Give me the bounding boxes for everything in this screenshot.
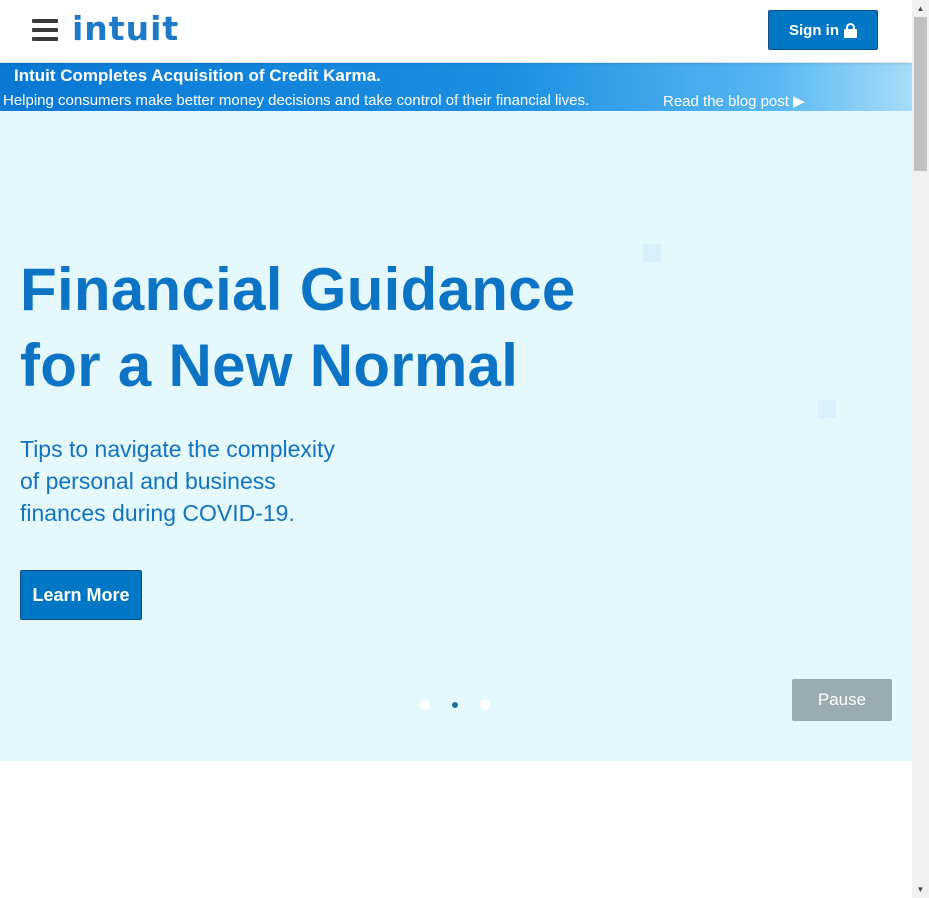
read-blog-post-link[interactable]: Read the blog post ▶	[663, 92, 805, 110]
learn-more-button[interactable]: Learn More	[20, 570, 142, 620]
decorative-square	[643, 244, 661, 262]
hero-subtitle: Tips to navigate the complexity of perso…	[20, 433, 390, 529]
carousel-dot-3[interactable]	[480, 700, 490, 710]
hero-title-line-2: for a New Normal	[20, 332, 519, 399]
intuit-logo[interactable]: intuit	[72, 9, 179, 48]
hero-carousel: Financial Guidance for a New Normal Tips…	[0, 111, 912, 761]
page-viewport: intuit Sign in Intuit Completes Acquisit…	[0, 0, 912, 898]
carousel-indicators	[420, 700, 490, 710]
decorative-square	[818, 400, 836, 418]
hero-subtitle-line-3: finances during COVID-19.	[20, 500, 295, 526]
carousel-dot-1[interactable]	[420, 700, 430, 710]
sign-in-label: Sign in	[789, 21, 839, 39]
sign-in-button[interactable]: Sign in	[768, 10, 878, 50]
vertical-scrollbar[interactable]: ▲ ▼	[912, 0, 929, 898]
lock-icon	[844, 22, 857, 38]
banner-title: Intuit Completes Acquisition of Credit K…	[14, 66, 381, 85]
scroll-down-arrow-icon[interactable]: ▼	[912, 881, 929, 898]
hamburger-menu-icon[interactable]	[32, 19, 60, 47]
pause-button[interactable]: Pause	[792, 679, 892, 721]
hero-subtitle-line-2: of personal and business	[20, 468, 276, 494]
site-header: intuit Sign in	[0, 0, 912, 62]
announcement-banner: Intuit Completes Acquisition of Credit K…	[0, 63, 912, 111]
hero-title: Financial Guidance for a New Normal	[20, 252, 620, 404]
scroll-up-arrow-icon[interactable]: ▲	[912, 0, 929, 17]
banner-text: Helping consumers make better money deci…	[3, 92, 590, 109]
hero-subtitle-line-1: Tips to navigate the complexity	[20, 436, 335, 462]
scrollbar-thumb[interactable]	[914, 17, 927, 171]
carousel-dot-2[interactable]	[452, 702, 458, 708]
hero-title-line-1: Financial Guidance	[20, 256, 576, 323]
